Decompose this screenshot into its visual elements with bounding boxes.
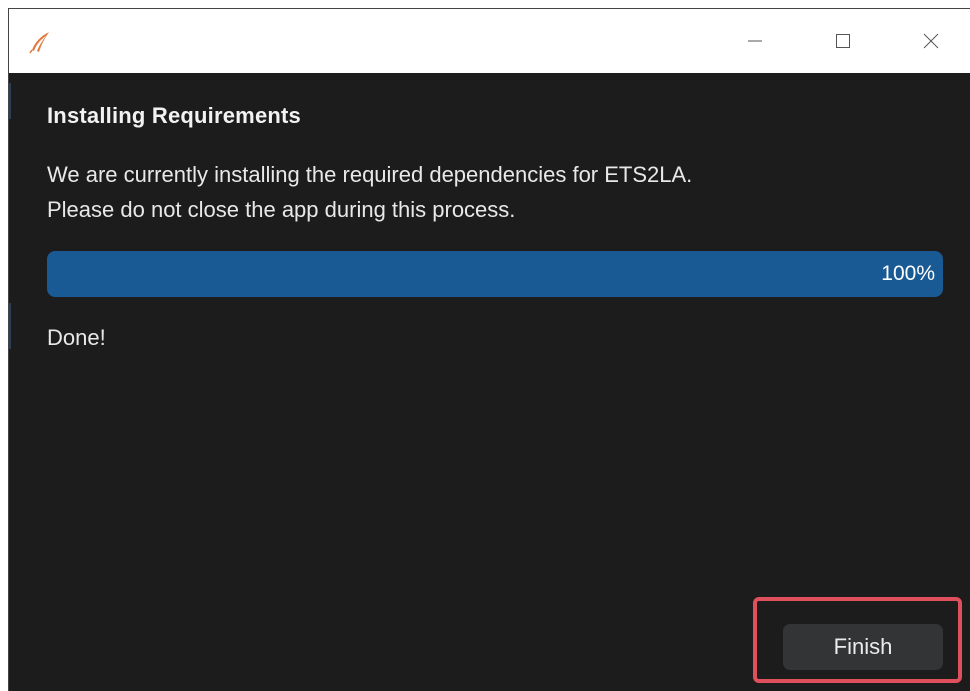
description-text: We are currently installing the required… [47, 157, 927, 227]
close-button[interactable] [900, 9, 962, 73]
title-bar [9, 9, 970, 73]
description-line: We are currently installing the required… [47, 162, 693, 187]
installer-window: Installing Requirements We are currently… [8, 8, 970, 691]
minimize-button[interactable] [724, 9, 786, 73]
progress-bar: 100% [47, 251, 943, 297]
left-edge-mark [9, 83, 11, 119]
feather-logo-icon [27, 29, 53, 55]
progress-percent: 100% [881, 262, 935, 285]
finish-button[interactable]: Finish [783, 624, 943, 670]
status-text: Done! [47, 325, 106, 350]
close-icon [922, 32, 940, 50]
maximize-icon [834, 32, 852, 50]
minimize-icon [746, 32, 764, 50]
left-edge-mark [9, 303, 11, 349]
page-title: Installing Requirements [47, 103, 301, 128]
installer-content: Installing Requirements We are currently… [9, 73, 970, 691]
description-line: Please do not close the app during this … [47, 197, 516, 222]
progress-fill [47, 251, 943, 297]
maximize-button[interactable] [812, 9, 874, 73]
